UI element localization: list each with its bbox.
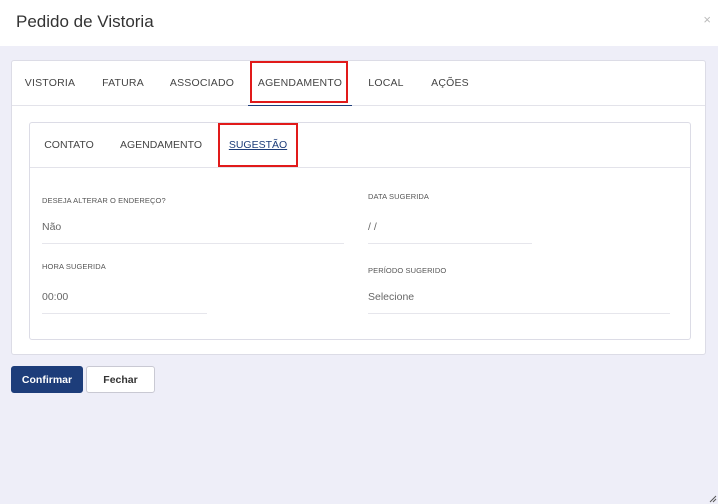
highlight-outer-tab xyxy=(250,61,348,103)
alterar-endereco-select[interactable]: Não xyxy=(42,221,61,233)
periodo-sugerido-underline xyxy=(368,313,670,314)
periodo-sugerido-label: PERÍODO SUGERIDO xyxy=(368,266,447,275)
tab-vistoria[interactable]: VISTORIA xyxy=(20,61,80,105)
subtab-contato[interactable]: CONTATO xyxy=(40,123,98,167)
tab-local[interactable]: LOCAL xyxy=(362,61,410,105)
data-sugerida-label: DATA SUGERIDA xyxy=(368,192,430,201)
tab-acoes[interactable]: AÇÕES xyxy=(426,61,474,105)
inner-tab-bar: CONTATO AGENDAMENTO SUGESTÃO xyxy=(30,123,690,168)
modal-title: Pedido de Vistoria xyxy=(16,12,154,31)
hora-sugerida-input[interactable]: 00:00 xyxy=(42,291,68,303)
tab-fatura[interactable]: FATURA xyxy=(98,61,148,105)
resize-handle-icon[interactable] xyxy=(709,495,717,503)
periodo-sugerido-select[interactable]: Selecione xyxy=(368,291,414,303)
subtab-agendamento[interactable]: AGENDAMENTO xyxy=(118,123,204,167)
highlight-inner-tab xyxy=(218,123,298,167)
tab-associado[interactable]: ASSOCIADO xyxy=(166,61,238,105)
hora-sugerida-underline xyxy=(42,313,207,314)
outer-tab-bar: VISTORIA FATURA ASSOCIADO AGENDAMENTO LO… xyxy=(12,61,705,106)
modal-header: Pedido de Vistoria × xyxy=(0,0,718,46)
data-sugerida-underline xyxy=(368,243,532,244)
data-sugerida-input[interactable]: / / xyxy=(368,221,377,233)
alterar-endereco-label: DESEJA ALTERAR O ENDEREÇO? xyxy=(42,196,166,205)
close-button[interactable]: Fechar xyxy=(86,366,155,393)
confirm-button[interactable]: Confirmar xyxy=(11,366,83,393)
close-icon[interactable]: × xyxy=(703,12,711,27)
inner-panel: CONTATO AGENDAMENTO SUGESTÃO DESEJA ALTE… xyxy=(29,122,691,340)
outer-panel: VISTORIA FATURA ASSOCIADO AGENDAMENTO LO… xyxy=(11,60,706,355)
alterar-endereco-underline xyxy=(42,243,344,244)
hora-sugerida-label: HORA SUGERIDA xyxy=(42,262,106,271)
